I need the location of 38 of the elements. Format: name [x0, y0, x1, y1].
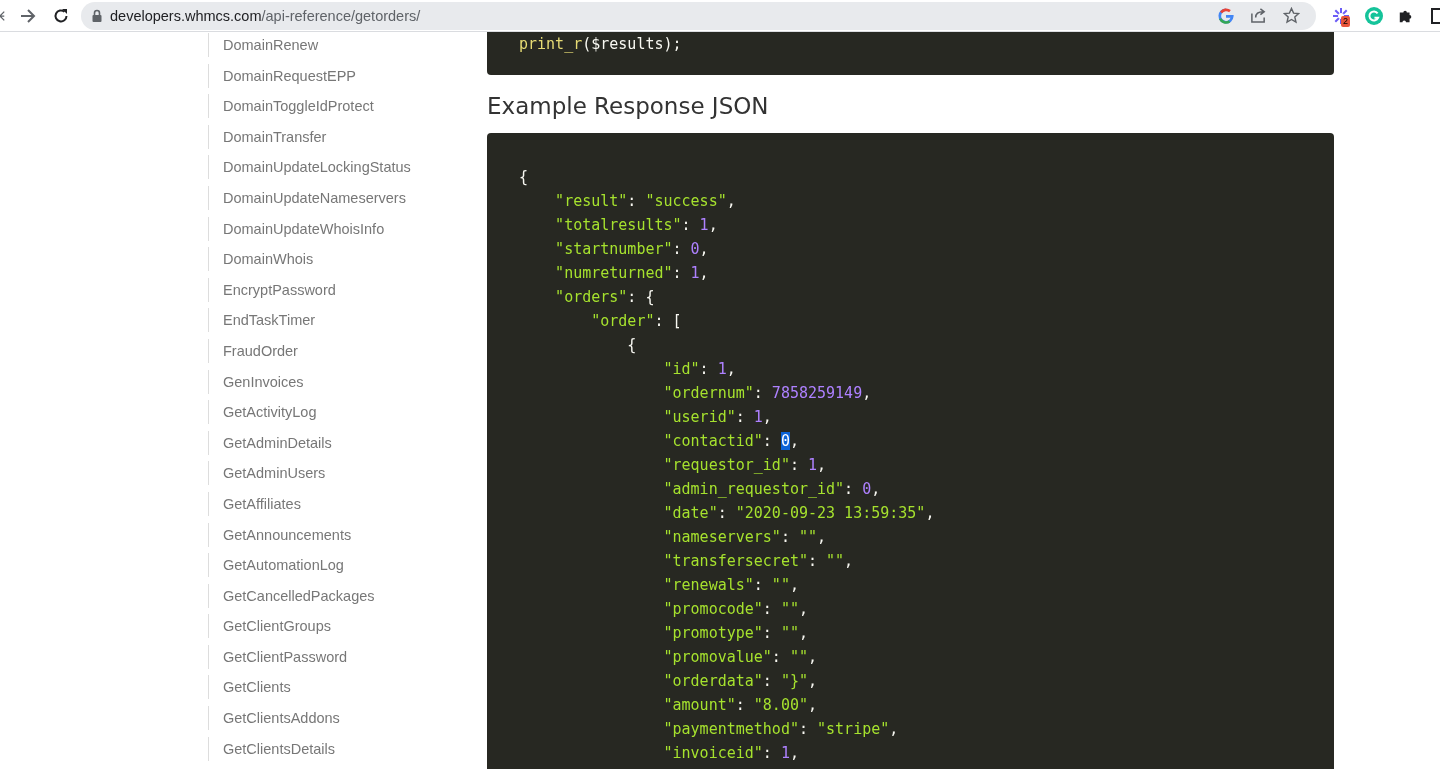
code-line: "contactid": 0,: [662, 431, 800, 452]
code-line: "totalresults": 1,: [554, 215, 719, 236]
code-line: "renewals": "",: [662, 575, 800, 596]
notification-badge: 2: [1341, 15, 1350, 27]
code-line: "invoiceid": 1,: [662, 743, 800, 764]
code-line: "promocode": "",: [662, 599, 809, 620]
code-line: "orders": {: [554, 287, 656, 308]
google-icon[interactable]: [1218, 7, 1234, 24]
code-line: "numreturned": 1,: [554, 263, 710, 284]
code-line: {: [626, 335, 638, 356]
code-line: {: [519, 167, 530, 188]
code-line: "promotype": "",: [662, 623, 809, 644]
address-bar[interactable]: developers.whmcs.com/api-reference/getorders/: [81, 1, 1316, 30]
code-line: "order": [: [590, 311, 683, 332]
star-icon[interactable]: [1283, 7, 1300, 24]
code-line: "userid": 1,: [662, 407, 773, 428]
code-line: "startnumber": 0,: [554, 239, 710, 260]
code-line: "paymentmethod": "stripe",: [662, 719, 900, 740]
code-line: "date": "2020-09-23 13:59:35",: [662, 503, 936, 524]
code-line: "orderdata": "}",: [662, 671, 818, 692]
code-line: "transfersecret": "",: [662, 551, 855, 572]
code-line: print_r($results);: [519, 34, 683, 55]
side-panel-icon[interactable]: [1431, 7, 1440, 24]
url-text: developers.whmcs.com/api-reference/getorders/: [110, 7, 421, 24]
code-line: "ordernum": 7858259149,: [662, 383, 873, 404]
code-line: "nameservers": "",: [662, 527, 828, 548]
reload-icon[interactable]: [53, 7, 69, 24]
code-line: "amount": "8.00",: [662, 695, 818, 716]
forward-arrow-icon[interactable]: [20, 7, 36, 24]
share-icon[interactable]: [1250, 7, 1267, 24]
code-line: "result": "success",: [554, 191, 737, 212]
lock-icon: [92, 9, 102, 22]
code-line: "requestor_id": 1,: [662, 455, 828, 476]
code-line: "admin_requestor_id": 0,: [662, 479, 882, 500]
section-heading: Example Response JSON: [487, 93, 770, 119]
code-line: "promovalue": "",: [662, 647, 818, 668]
code-line: "id": 1,: [662, 359, 737, 380]
sidebar-link[interactable]: DomainToggleIdProtect: [208, 94, 487, 119]
